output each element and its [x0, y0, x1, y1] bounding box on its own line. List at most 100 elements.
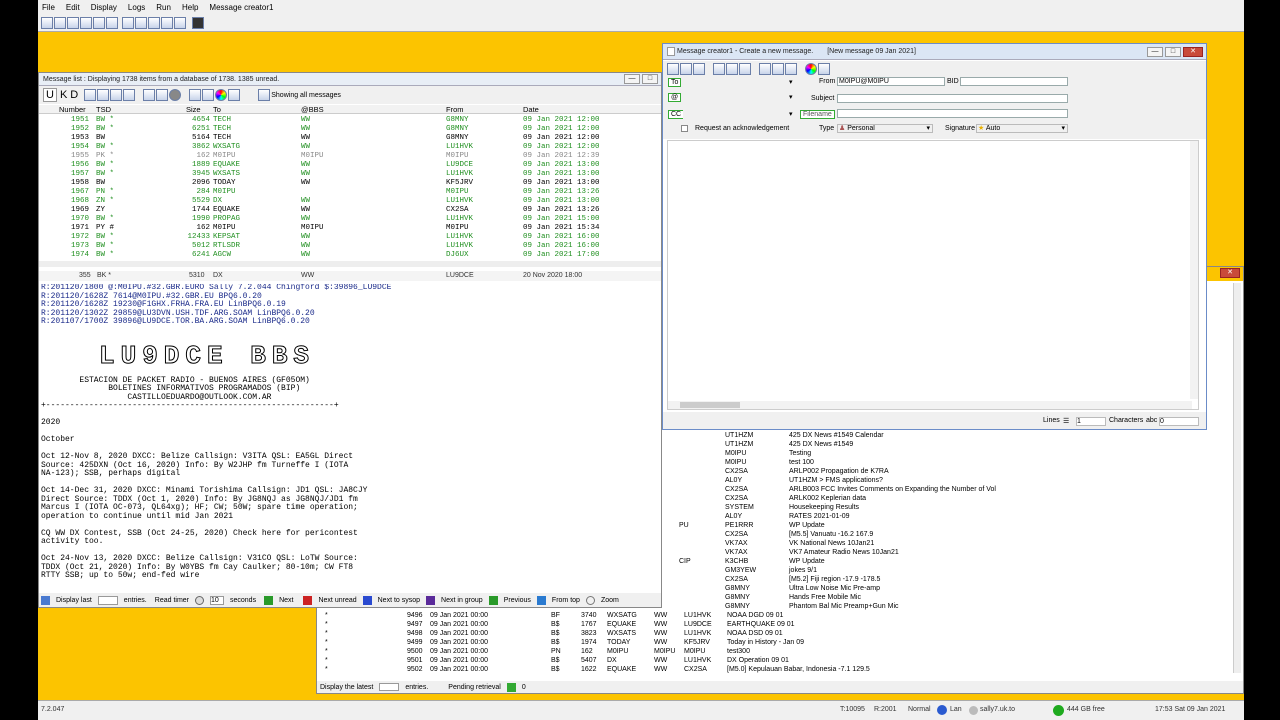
table-row[interactable]: 1970 BW * 1990 PROPAG WW LU1HVK 09 Jan 2021 15…: [39, 215, 661, 224]
copy-icon[interactable]: [693, 63, 705, 75]
exit-icon[interactable]: [192, 16, 204, 29]
print-icon[interactable]: [143, 89, 156, 101]
table-row[interactable]: 1971 PY #162 M0IPU M0IPU M0IPU 09 Jan 2021 15…: [39, 224, 661, 233]
list-item[interactable]: VK7AX VK National News 10Jan21: [687, 539, 1227, 548]
new-message-icon[interactable]: [41, 16, 53, 29]
timer-input[interactable]: 10: [210, 595, 224, 605]
maximize-icon[interactable]: □: [1165, 47, 1181, 57]
next-sysop-button[interactable]: Next to sysop: [378, 597, 420, 604]
list-item[interactable]: UT1HZM 425 DX News #1549 Calendar: [687, 431, 1227, 440]
chevron-down-icon[interactable]: ▾: [789, 78, 793, 86]
next-icon[interactable]: [264, 595, 274, 605]
copy-icon[interactable]: [97, 89, 110, 101]
image-icon[interactable]: [122, 16, 134, 29]
list-item[interactable]: GM3YEW jokes 9/1: [687, 566, 1227, 575]
filter-icon[interactable]: [123, 89, 136, 101]
next-unread-icon[interactable]: [303, 595, 313, 605]
table-row[interactable]: * 9497 09 Jan 2021 00:00 B$ 1767 EQUAKE WW LU9D…: [317, 620, 1217, 629]
refresh-icon[interactable]: [156, 89, 169, 101]
font-icon[interactable]: [228, 89, 241, 101]
list-item[interactable]: VK7AX VK7 Amateur Radio News 10Jan21: [687, 548, 1227, 557]
signature-select[interactable]: ★ Auto ▾: [976, 124, 1068, 133]
list-item[interactable]: PE1RRR WP Update: [687, 521, 1227, 530]
col-tsd[interactable]: TSD: [96, 105, 111, 114]
message-editor[interactable]: [667, 140, 1199, 410]
table-row[interactable]: * 9499 09 Jan 2021 00:00 B$ 1974 TODAY WW KF5JR…: [317, 638, 1217, 647]
window-icon[interactable]: [67, 16, 79, 29]
next-sysop-icon[interactable]: [362, 595, 372, 605]
list-item[interactable]: M0IPU test 100: [687, 458, 1227, 467]
filename-button[interactable]: Filename: [800, 110, 835, 119]
pencil-icon[interactable]: [135, 16, 147, 29]
col-from[interactable]: From: [446, 105, 464, 114]
paste-icon[interactable]: [667, 63, 679, 75]
at-field[interactable]: [683, 93, 793, 102]
minimize-icon[interactable]: —: [624, 74, 640, 84]
next-group-icon[interactable]: [426, 595, 436, 605]
menu-display[interactable]: Display: [91, 3, 117, 12]
table-row[interactable]: 1974 BW * 6241 AGCW WW DJ6UX 09 Jan 2021 17:00: [39, 251, 661, 260]
tab-deleted[interactable]: D: [70, 89, 78, 101]
list-item[interactable]: G8MNY Hands Free Mobile Mic: [687, 593, 1227, 602]
export-icon[interactable]: [174, 16, 186, 29]
tab-unread[interactable]: U: [43, 88, 57, 102]
previous-icon[interactable]: [488, 595, 498, 605]
col-size[interactable]: Size: [186, 105, 201, 114]
menu-help[interactable]: Help: [182, 3, 198, 12]
close-icon[interactable]: ✕: [1220, 268, 1240, 278]
folder-icon[interactable]: [84, 89, 97, 101]
print-icon[interactable]: [739, 63, 751, 75]
next-group-button[interactable]: Next in group: [441, 597, 483, 604]
list-item[interactable]: G8MNY Ultra Low Noise Mic Pre-amp: [687, 584, 1227, 593]
list-item[interactable]: CX2SA [M5.5] Vanuatu -16.2 167.9: [687, 530, 1227, 539]
settings-icon[interactable]: [161, 16, 173, 29]
previous-button[interactable]: Previous: [504, 597, 531, 604]
bid-field[interactable]: [960, 77, 1068, 86]
table-row[interactable]: 1952 BW * 6251 TECH WW G8MNY 09 Jan 2021 12:00: [39, 125, 661, 134]
info-icon[interactable]: [772, 63, 784, 75]
zoom-icon[interactable]: [585, 595, 595, 605]
latest-count-input[interactable]: [379, 683, 400, 691]
table-row[interactable]: 1954 BW * 3862 WXSATG WW LU1HVK 09 Jan 2021 12…: [39, 143, 661, 152]
vertical-scrollbar[interactable]: [1233, 283, 1241, 673]
color-icon[interactable]: [805, 63, 817, 75]
menu-file[interactable]: File: [42, 3, 55, 12]
selected-message-row[interactable]: 355 BK * 5310 DX WW LU9DCE 20 Nov 2020 1…: [39, 271, 661, 281]
list-item[interactable]: CX2SA ARLK002 Keplerian data: [687, 494, 1227, 503]
chevron-down-icon[interactable]: ▾: [789, 93, 793, 101]
zoom-button[interactable]: Zoom: [601, 597, 619, 604]
table-row[interactable]: 1958 BW 2096 TODAY WW KF5JRV 09 Jan 2021 13:00: [39, 179, 661, 188]
from-top-button[interactable]: From top: [552, 597, 580, 604]
table-row[interactable]: 1957 BW * 3945 WXSATS WW LU1HVK 09 Jan 2021 13…: [39, 170, 661, 179]
timer-icon[interactable]: [195, 595, 204, 605]
tab-kept[interactable]: K: [60, 89, 67, 101]
from-field[interactable]: M0IPU@M0IPU: [837, 77, 945, 86]
table-row[interactable]: 1969 ZY 1744 EQUAKE WW CX2SA 09 Jan 2021 13:26: [39, 206, 661, 215]
list-item[interactable]: M0IPU Testing: [687, 449, 1227, 458]
subject-field[interactable]: [837, 94, 1068, 103]
list-item[interactable]: K3CHB WP Update: [687, 557, 1227, 566]
table-row[interactable]: 1968 ZN * 5529 DX WW LU1HVK 09 Jan 2021 13:00: [39, 197, 661, 206]
table-row[interactable]: 1953 BW 5164 TECH WW G8MNY 09 Jan 2021 12:00: [39, 134, 661, 143]
list-item[interactable]: G8MNY Phantom Bal Mic Preamp+Gun Mic: [687, 602, 1227, 611]
tools-icon[interactable]: [148, 16, 160, 29]
table-row[interactable]: 1956 BW * 1889 EQUAKE WW LU9DCE 09 Jan 2021 13…: [39, 161, 661, 170]
chevron-down-icon[interactable]: ▾: [789, 110, 793, 118]
editor-horizontal-scrollbar[interactable]: [668, 401, 1192, 409]
table-row[interactable]: 1967 PN * 284 M0IPU M0IPU 09 Jan 2021 13:26: [39, 188, 661, 197]
list-item[interactable]: AL0Y RATES 2021-01-09: [687, 512, 1227, 521]
cc-button[interactable]: CC: [668, 110, 685, 119]
list-item[interactable]: CX2SA [M5.2] Fiji region -17.9 -178.5: [687, 575, 1227, 584]
table-row[interactable]: * 9502 09 Jan 2021 00:00 B$ 1622 EQUAKE WW CX2S…: [317, 665, 1217, 674]
cascade-icon[interactable]: [80, 16, 92, 29]
grid-icon[interactable]: [106, 16, 118, 29]
table-row[interactable]: 1973 BW * 5012 RTLSDR WW LU1HVK 09 Jan 2021 16…: [39, 242, 661, 251]
at-button[interactable]: @: [668, 93, 682, 102]
to-field[interactable]: [683, 78, 793, 87]
tile-icon[interactable]: [93, 16, 105, 29]
close-icon[interactable]: ✕: [1183, 47, 1203, 57]
paste-icon[interactable]: [110, 89, 123, 101]
display-last-input[interactable]: [97, 595, 118, 605]
list-item[interactable]: AL0Y UT1HZM > FMS applications?: [687, 476, 1227, 485]
minimize-icon[interactable]: —: [1147, 47, 1163, 57]
